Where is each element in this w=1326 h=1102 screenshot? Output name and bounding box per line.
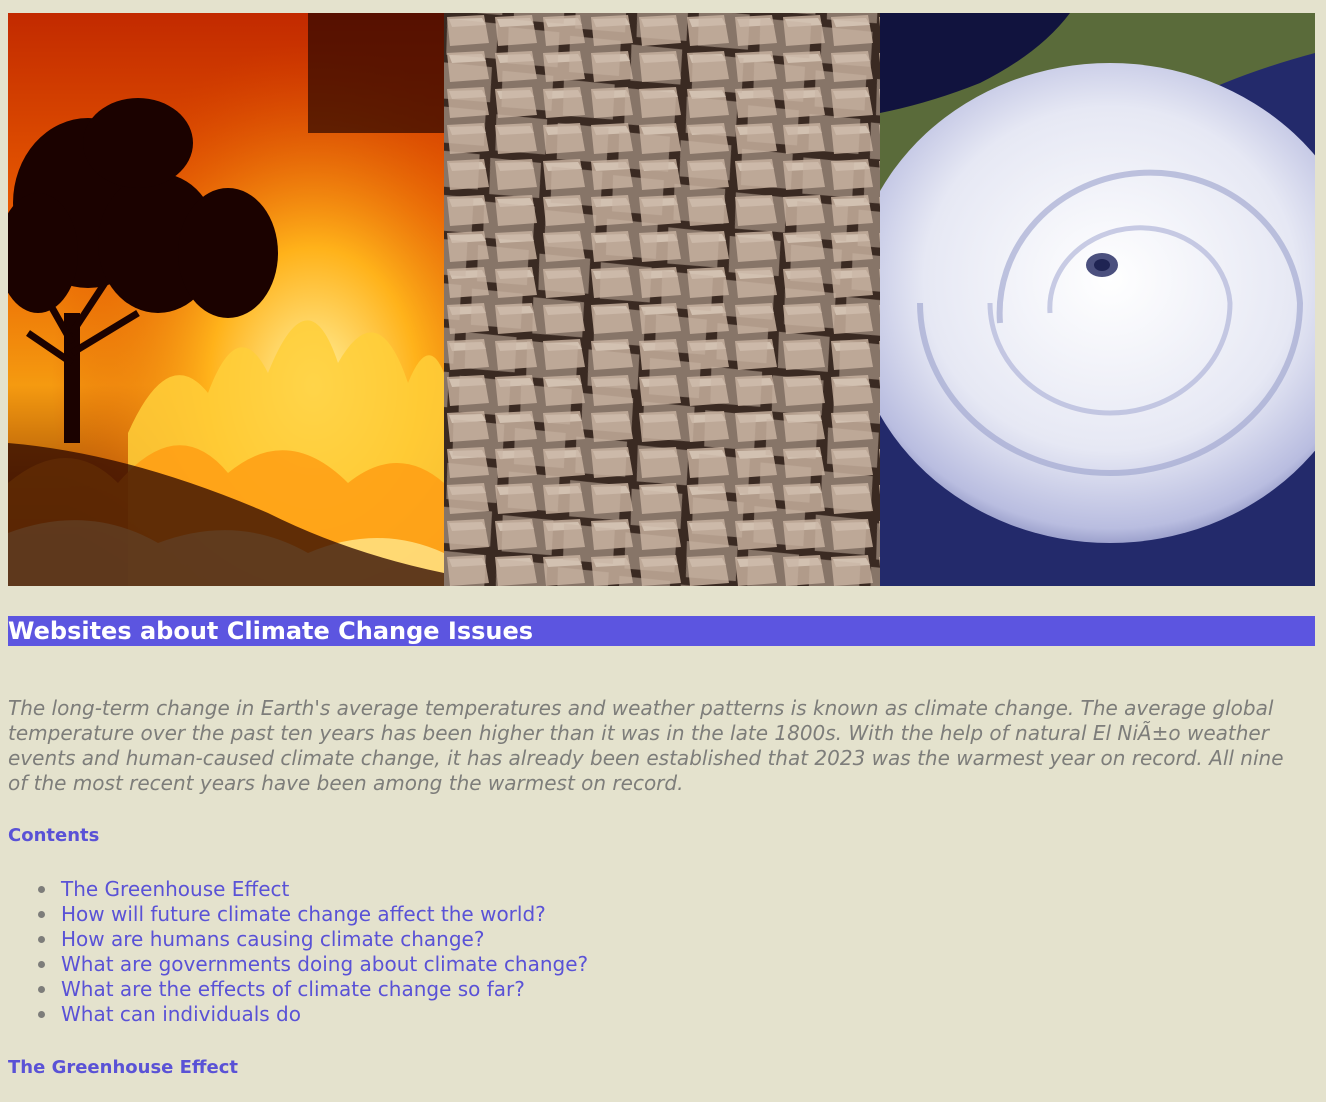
list-item: How will future climate change affect th… <box>38 902 588 927</box>
wildfire-image <box>8 13 444 586</box>
toc-link-future-climate-change[interactable]: How will future climate change affect th… <box>61 902 546 926</box>
bullet-icon <box>38 886 45 893</box>
list-item: How are humans causing climate change? <box>38 927 588 952</box>
list-item: The Greenhouse Effect <box>38 877 588 902</box>
cracked-earth-image <box>444 13 880 586</box>
climate-banner-image <box>8 13 1315 586</box>
page-title: Websites about Climate Change Issues <box>8 616 1315 646</box>
toc-link-effects-so-far[interactable]: What are the effects of climate change s… <box>61 977 525 1001</box>
bullet-icon <box>38 936 45 943</box>
list-item: What can individuals do <box>38 1002 588 1027</box>
list-item: What are governments doing about climate… <box>38 952 588 977</box>
bullet-icon <box>38 986 45 993</box>
toc-link-individuals[interactable]: What can individuals do <box>61 1002 301 1026</box>
contents-list: The Greenhouse Effect How will future cl… <box>0 877 588 1027</box>
list-item: What are the effects of climate change s… <box>38 977 588 1002</box>
intro-paragraph: The long-term change in Earth's average … <box>8 696 1284 795</box>
toc-link-humans-causing[interactable]: How are humans causing climate change? <box>61 927 484 951</box>
toc-link-governments[interactable]: What are governments doing about climate… <box>61 952 588 976</box>
greenhouse-effect-heading: The Greenhouse Effect <box>8 1057 238 1078</box>
bullet-icon <box>38 961 45 968</box>
page: Websites about Climate Change Issues The… <box>0 0 1326 1102</box>
hurricane-satellite-image <box>880 13 1315 586</box>
bullet-icon <box>38 911 45 918</box>
bullet-icon <box>38 1011 45 1018</box>
contents-heading: Contents <box>8 825 100 846</box>
toc-link-greenhouse-effect[interactable]: The Greenhouse Effect <box>61 877 289 901</box>
